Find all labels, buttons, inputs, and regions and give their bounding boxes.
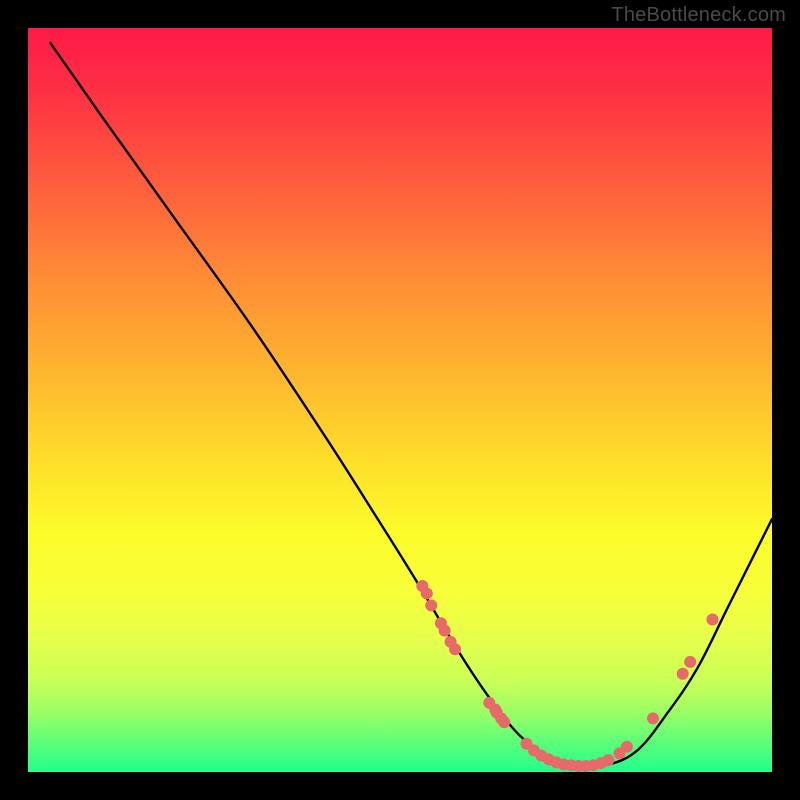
data-point-marker (684, 656, 696, 668)
data-point-marker (449, 643, 461, 655)
data-point-marker (621, 741, 633, 753)
data-point-marker (602, 754, 614, 766)
data-point-marker (421, 587, 433, 599)
chart-plot-area (28, 28, 772, 772)
data-point-marker (498, 716, 510, 728)
data-point-marker (647, 712, 659, 724)
data-point-markers (416, 580, 718, 772)
data-point-marker (425, 599, 437, 611)
data-point-marker (706, 613, 718, 625)
data-point-marker (439, 625, 451, 637)
bottleneck-curve-line (50, 43, 772, 766)
data-point-marker (677, 668, 689, 680)
watermark-text: TheBottleneck.com (611, 4, 786, 27)
chart-svg (28, 28, 772, 772)
